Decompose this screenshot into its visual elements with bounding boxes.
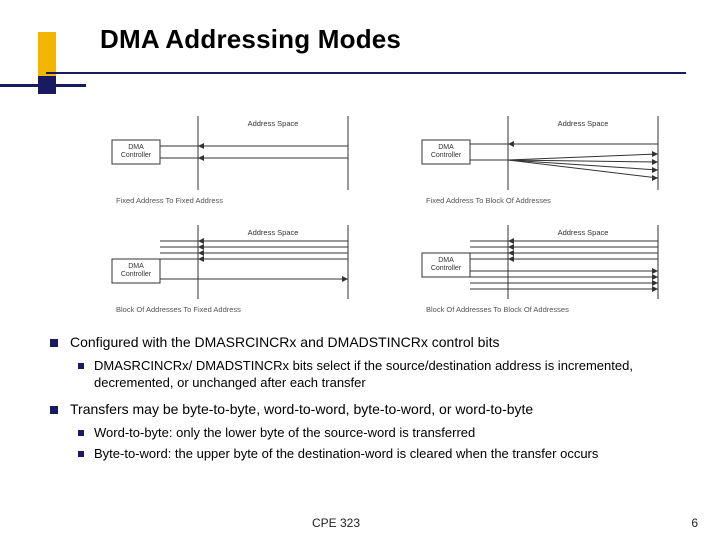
caption-bl: Block Of Addresses To Fixed Address xyxy=(110,305,360,314)
rule-long xyxy=(46,72,686,74)
slide-title: DMA Addressing Modes xyxy=(100,24,720,55)
diagram-fixed-to-fixed: DMAController Address Space Fixed Addres… xyxy=(110,114,360,205)
diagram-block-to-fixed: DMAController Address Space Block Of Add… xyxy=(110,223,360,314)
svg-text:Address Space: Address Space xyxy=(558,119,609,128)
caption-tr: Fixed Address To Block Of Addresses xyxy=(420,196,670,205)
bullet-2-2-text: Byte-to-word: the upper byte of the dest… xyxy=(94,446,598,461)
diagram-block-to-block: DMAController Address Space Block Of Add… xyxy=(420,223,670,314)
bullet-2-text: Transfers may be byte-to-byte, word-to-w… xyxy=(70,401,533,417)
diagram-fixed-to-block: DMAController Address Space Fixed Addres… xyxy=(420,114,670,205)
bullet-1-text: Configured with the DMASRCINCRx and DMAD… xyxy=(70,334,499,350)
bullet-2-1-text: Word-to-byte: only the lower byte of the… xyxy=(94,425,475,440)
svg-text:Address Space: Address Space xyxy=(558,228,609,237)
bullet-2-1: Word-to-byte: only the lower byte of the… xyxy=(70,425,694,442)
slide-header: DMA Addressing Modes xyxy=(0,0,720,100)
bullet-1-1-text: DMASRCINCRx/ DMADSTINCRx bits select if … xyxy=(94,358,633,390)
bullet-content: Configured with the DMASRCINCRx and DMAD… xyxy=(0,324,720,462)
caption-br: Block Of Addresses To Block Of Addresses xyxy=(420,305,670,314)
footer-course: CPE 323 xyxy=(0,516,672,530)
bullet-1: Configured with the DMASRCINCRx and DMAD… xyxy=(44,334,694,391)
bullet-2-2: Byte-to-word: the upper byte of the dest… xyxy=(70,446,694,463)
bullet-1-1: DMASRCINCRx/ DMADSTINCRx bits select if … xyxy=(70,358,694,391)
diagram-grid: DMAController Address Space Fixed Addres… xyxy=(0,100,720,324)
slide-footer: CPE 323 6 xyxy=(0,516,720,530)
svg-text:Address Space: Address Space xyxy=(248,228,299,237)
bullet-2: Transfers may be byte-to-byte, word-to-w… xyxy=(44,401,694,462)
caption-tl: Fixed Address To Fixed Address xyxy=(110,196,360,205)
space-label: Address Space xyxy=(248,119,299,128)
footer-page: 6 xyxy=(672,516,720,530)
accent-navy xyxy=(38,76,56,94)
